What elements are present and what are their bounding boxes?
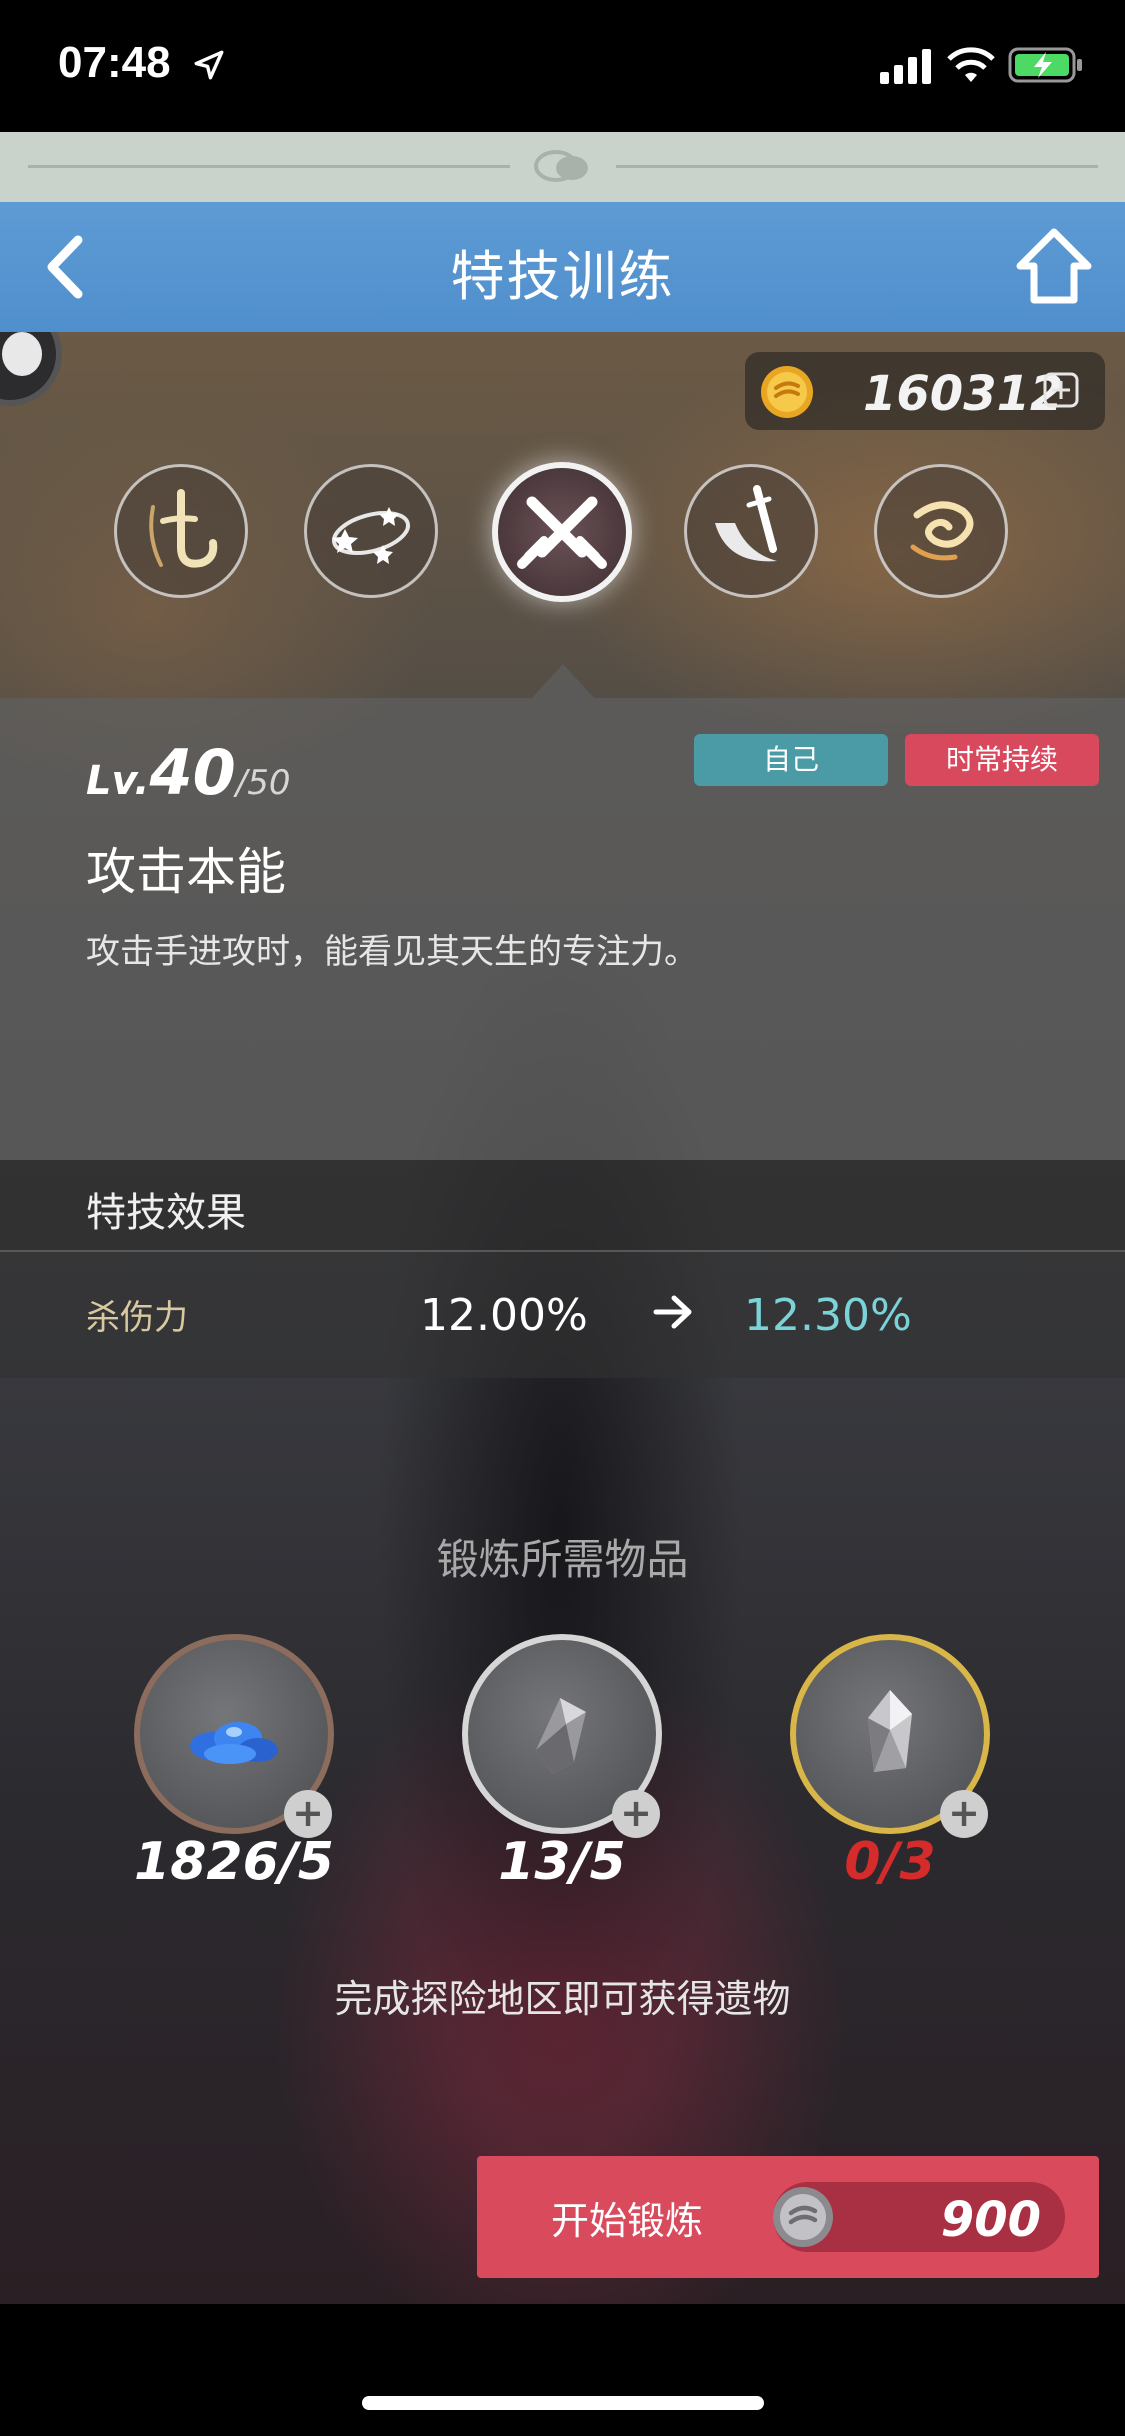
- cost-pill: 900: [773, 2182, 1065, 2252]
- target-tag: 自己: [694, 734, 888, 786]
- add-material-3-button[interactable]: +: [940, 1790, 988, 1838]
- skill-tab-1[interactable]: [114, 464, 248, 598]
- effect-header: 特技效果: [0, 1160, 1125, 1252]
- material-slot-3[interactable]: +: [790, 1634, 990, 1838]
- start-training-button[interactable]: 开始锻炼 900: [477, 2156, 1099, 2278]
- battery-charging-icon: [1008, 47, 1082, 83]
- add-material-1-button[interactable]: +: [284, 1790, 332, 1838]
- blue-crystal-pile-icon: [190, 1722, 278, 1764]
- add-material-2-button[interactable]: +: [612, 1790, 660, 1838]
- wifi-icon: [947, 47, 995, 82]
- material-slot-2[interactable]: +: [462, 1634, 662, 1838]
- selected-tab-pointer: [532, 664, 594, 698]
- effect-row: 杀伤力 12.00% 12.30%: [0, 1252, 1125, 1378]
- currency-display: 160312: [745, 352, 1105, 430]
- chat-bar[interactable]: [0, 132, 1125, 202]
- cellular-signal-icon: [880, 49, 931, 84]
- gray-shard-icon: [536, 1698, 586, 1774]
- skill-tab-5[interactable]: [874, 464, 1008, 598]
- stars-orbit-icon: [332, 507, 410, 564]
- level-max: /50: [235, 763, 291, 803]
- add-currency-button[interactable]: [1043, 372, 1079, 408]
- gold-coin-icon: [761, 366, 813, 418]
- chat-divider-right: [616, 165, 1098, 168]
- skill-tab-3-selected[interactable]: [492, 462, 632, 602]
- material-slot-1[interactable]: +: [134, 1634, 334, 1838]
- material-count-3: 0/3: [844, 1832, 936, 1892]
- chat-bubbles-icon[interactable]: [532, 146, 594, 188]
- location-arrow-icon: [194, 50, 224, 80]
- duration-tag: 时常持续: [905, 734, 1099, 786]
- fire-swirl-icon: [910, 501, 974, 561]
- level-prefix: Lv.: [86, 758, 150, 804]
- assistive-touch-button[interactable]: [0, 332, 62, 406]
- skill-description: 攻击手进攻时，能看见其天生的专注力。: [86, 932, 698, 972]
- currency-value: 160312: [863, 366, 1064, 422]
- sword-slash-icon: [715, 485, 777, 562]
- effect-title: 特技效果: [86, 1190, 246, 1236]
- hook-glyph-icon: [149, 489, 218, 568]
- crossed-swords-icon: [517, 496, 607, 569]
- cost-value: 900: [940, 2192, 1041, 2248]
- main-content: 160312 Lv.40/50 自己 时常持续 攻击本能 攻击手进攻时，能看见其…: [0, 332, 1125, 2304]
- silver-coin-icon: [773, 2187, 833, 2247]
- header-bar: 特技训练: [0, 202, 1125, 332]
- acquire-hint: 完成探险地区即可获得遗物: [334, 1977, 791, 2021]
- skill-tab-4[interactable]: [684, 464, 818, 598]
- material-count-1: 1826/5: [134, 1832, 334, 1892]
- page-title: 特技训练: [450, 245, 675, 308]
- arrow-right-icon: [653, 1295, 692, 1329]
- stat-current-value: 12.00%: [420, 1290, 588, 1341]
- chat-divider-left: [28, 165, 510, 168]
- stat-next-value: 12.30%: [744, 1290, 912, 1341]
- start-training-label: 开始锻炼: [551, 2199, 704, 2243]
- skill-detail-panel: Lv.40/50 自己 时常持续 攻击本能 攻击手进攻时，能看见其天生的专注力。: [0, 698, 1125, 1160]
- material-count-2: 13/5: [498, 1832, 626, 1892]
- requirements-title: 锻炼所需物品: [436, 1535, 689, 1584]
- skill-tab-2[interactable]: [304, 464, 438, 598]
- home-button[interactable]: [1014, 226, 1094, 306]
- status-time: 07:48: [58, 38, 171, 87]
- home-indicator: [362, 2396, 764, 2410]
- skill-name: 攻击本能: [86, 843, 286, 901]
- stat-name: 杀伤力: [86, 1298, 188, 1338]
- silver-crystal-icon: [868, 1690, 912, 1772]
- status-bar: 07:48: [0, 0, 1125, 132]
- skill-level: Lv.40/50: [86, 736, 291, 809]
- level-current: 40: [149, 736, 236, 809]
